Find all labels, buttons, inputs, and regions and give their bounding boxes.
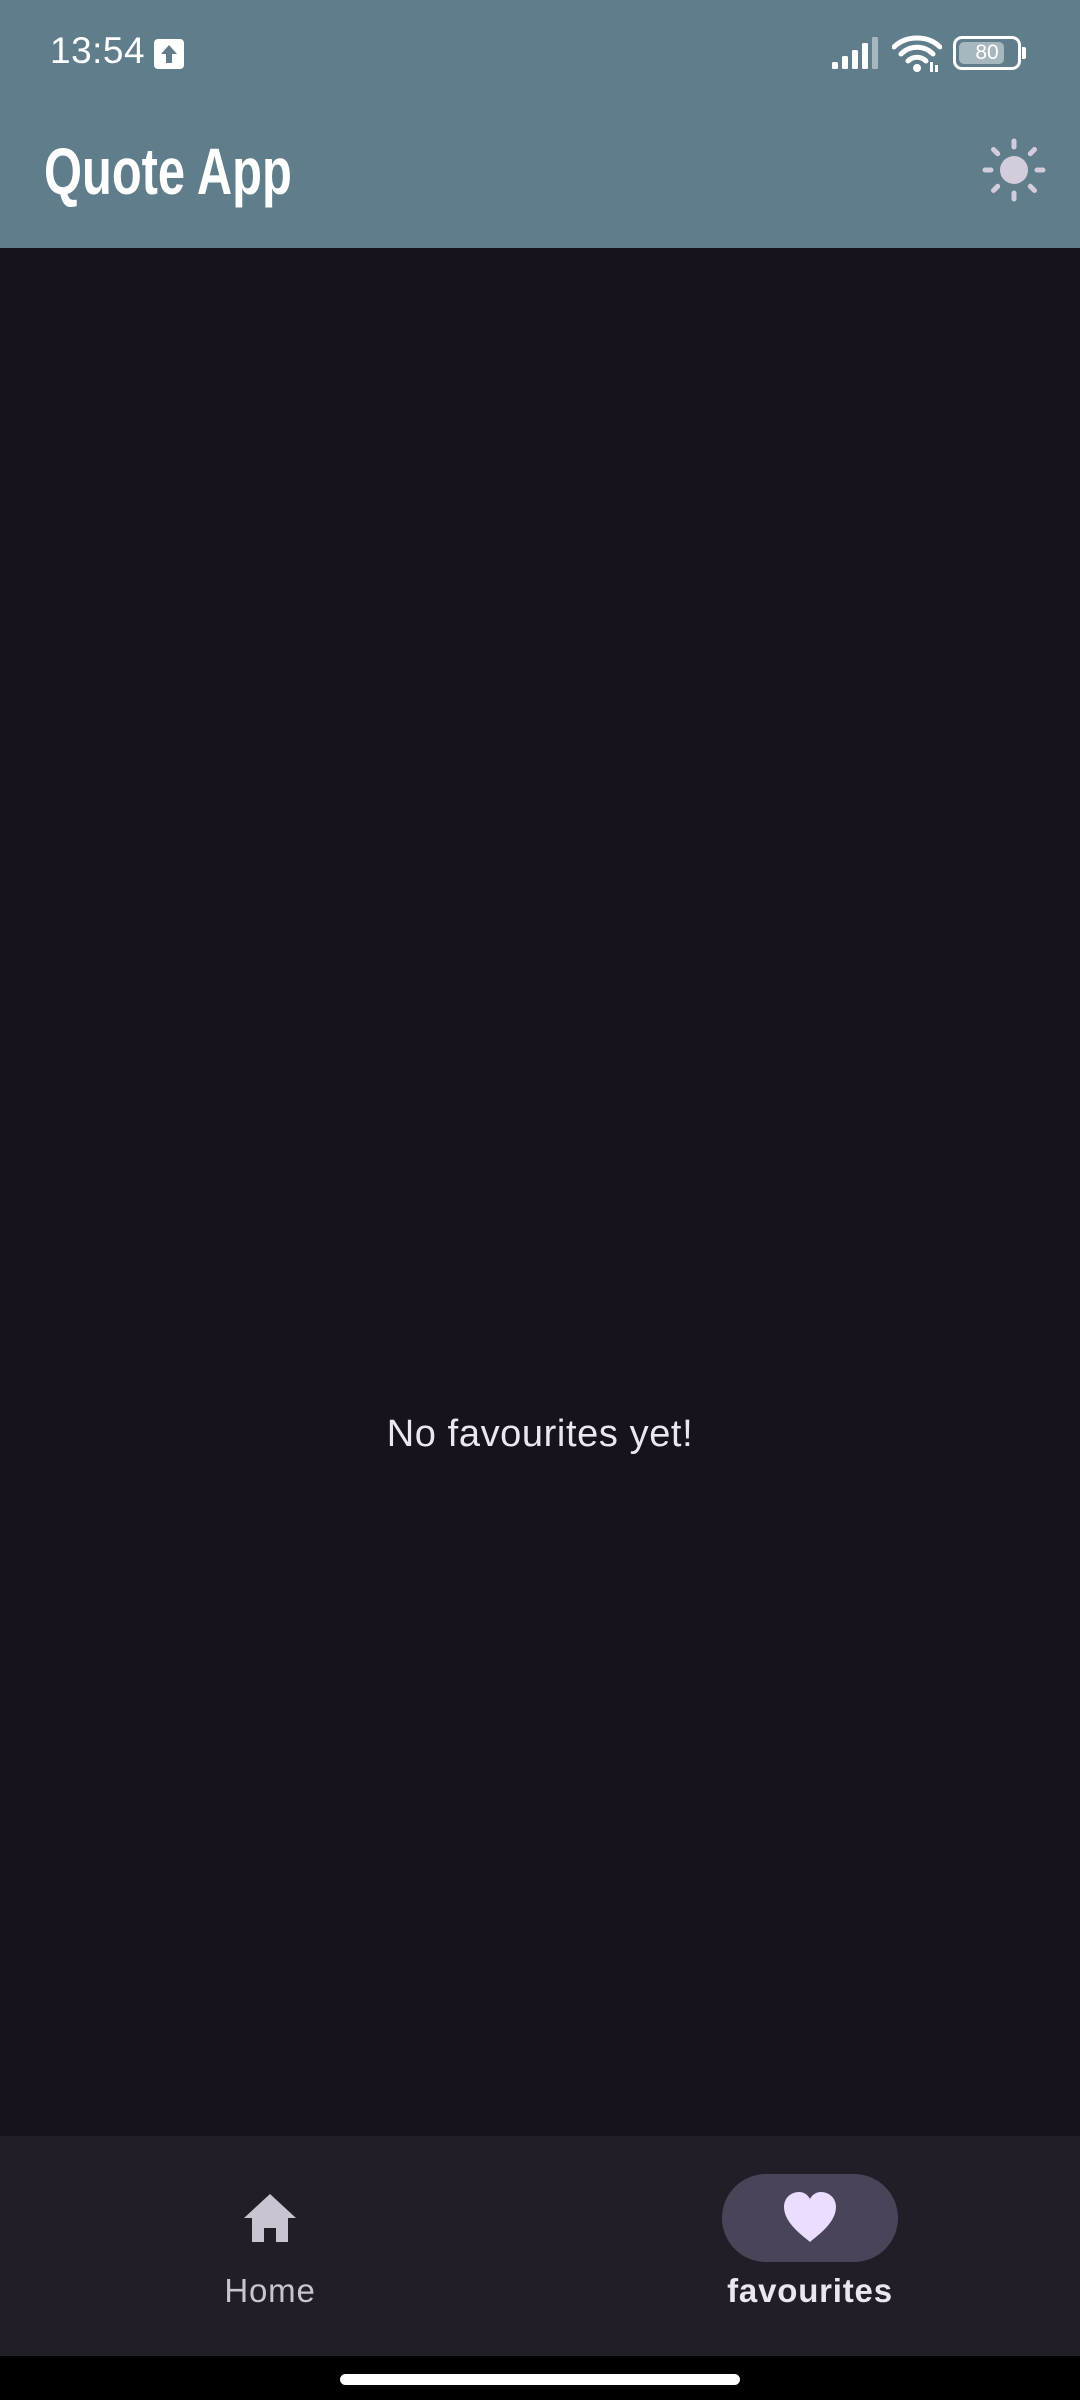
nav-item-favourites[interactable]: favourites — [540, 2136, 1080, 2356]
status-time: 13:54 — [50, 30, 146, 71]
app-screen: 13:54 80 Quote App No favourites yet! Ho… — [0, 0, 1080, 2400]
bottom-navigation: Home favourites — [0, 2136, 1080, 2356]
status-bar: 13:54 80 — [0, 0, 1080, 110]
battery-tip — [1022, 47, 1026, 59]
battery-level: 80 — [975, 41, 999, 64]
app-title: Quote App — [44, 134, 292, 208]
empty-favourites-message: No favourites yet! — [386, 1413, 694, 1455]
wifi-icon — [892, 35, 942, 72]
system-gesture-area — [0, 2356, 1080, 2400]
favourites-content: No favourites yet! — [0, 248, 1080, 2136]
gesture-handle[interactable] — [340, 2374, 740, 2385]
signal-icon — [832, 37, 878, 69]
heart-icon — [784, 2192, 836, 2242]
nav-item-home[interactable]: Home — [0, 2136, 540, 2356]
nav-label-favourites: favourites — [727, 2272, 893, 2309]
app-bar: 13:54 80 Quote App — [0, 0, 1080, 248]
home-icon — [244, 2194, 296, 2242]
nav-label-home: Home — [224, 2272, 316, 2309]
theme-toggle-button[interactable] — [974, 130, 1054, 210]
sun-icon — [982, 138, 1046, 202]
upload-icon — [154, 39, 184, 69]
battery-indicator: 80 — [953, 36, 1026, 70]
